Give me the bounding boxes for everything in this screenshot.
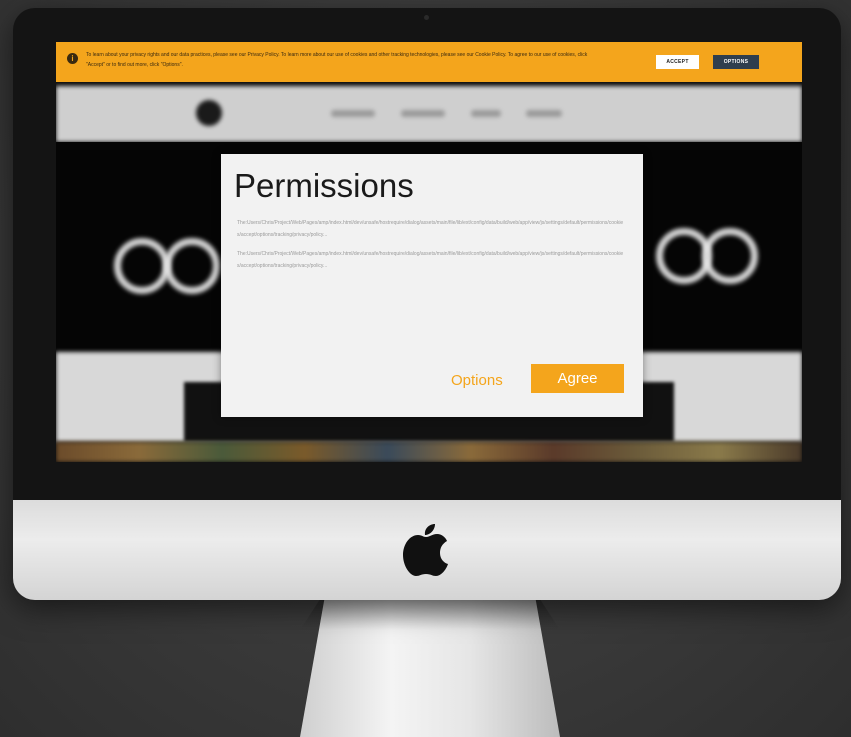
monitor-bezel: i To learn about your privacy rights and… — [13, 8, 841, 500]
ring-graphic — [114, 238, 170, 294]
modal-paragraph: The:Users/Chris/Project/Web/Pages/amp/in… — [237, 251, 624, 269]
permissions-modal: Permissions The:Users/Chris/Project/Web/… — [221, 154, 643, 417]
monitor-chin — [13, 500, 841, 600]
modal-body: The:Users/Chris/Project/Web/Pages/amp/in… — [237, 218, 627, 280]
info-icon: i — [67, 53, 78, 64]
modal-options-link[interactable]: Options — [451, 372, 503, 389]
apple-logo-icon — [403, 524, 448, 576]
ring-graphic — [702, 228, 758, 284]
ring-graphic — [164, 238, 220, 294]
cookie-banner: i To learn about your privacy rights and… — [56, 42, 802, 82]
nav-item — [401, 110, 445, 117]
website-nav-bar — [56, 86, 802, 142]
options-button[interactable]: OPTIONS — [713, 55, 759, 69]
imac-monitor: i To learn about your privacy rights and… — [13, 8, 841, 600]
camera-icon — [424, 15, 429, 20]
agree-button[interactable]: Agree — [531, 364, 624, 393]
nav-item — [331, 110, 375, 117]
cookie-banner-text: To learn about your privacy rights and o… — [86, 52, 588, 68]
website-logo — [196, 100, 222, 126]
screen: i To learn about your privacy rights and… — [56, 42, 802, 462]
accept-button[interactable]: ACCEPT — [656, 55, 699, 69]
nav-item — [471, 110, 501, 117]
nav-item — [526, 110, 562, 117]
website-image-strip — [56, 442, 802, 462]
modal-paragraph: The:Users/Chris/Project/Web/Pages/amp/in… — [237, 220, 624, 238]
modal-title: Permissions — [234, 167, 414, 204]
